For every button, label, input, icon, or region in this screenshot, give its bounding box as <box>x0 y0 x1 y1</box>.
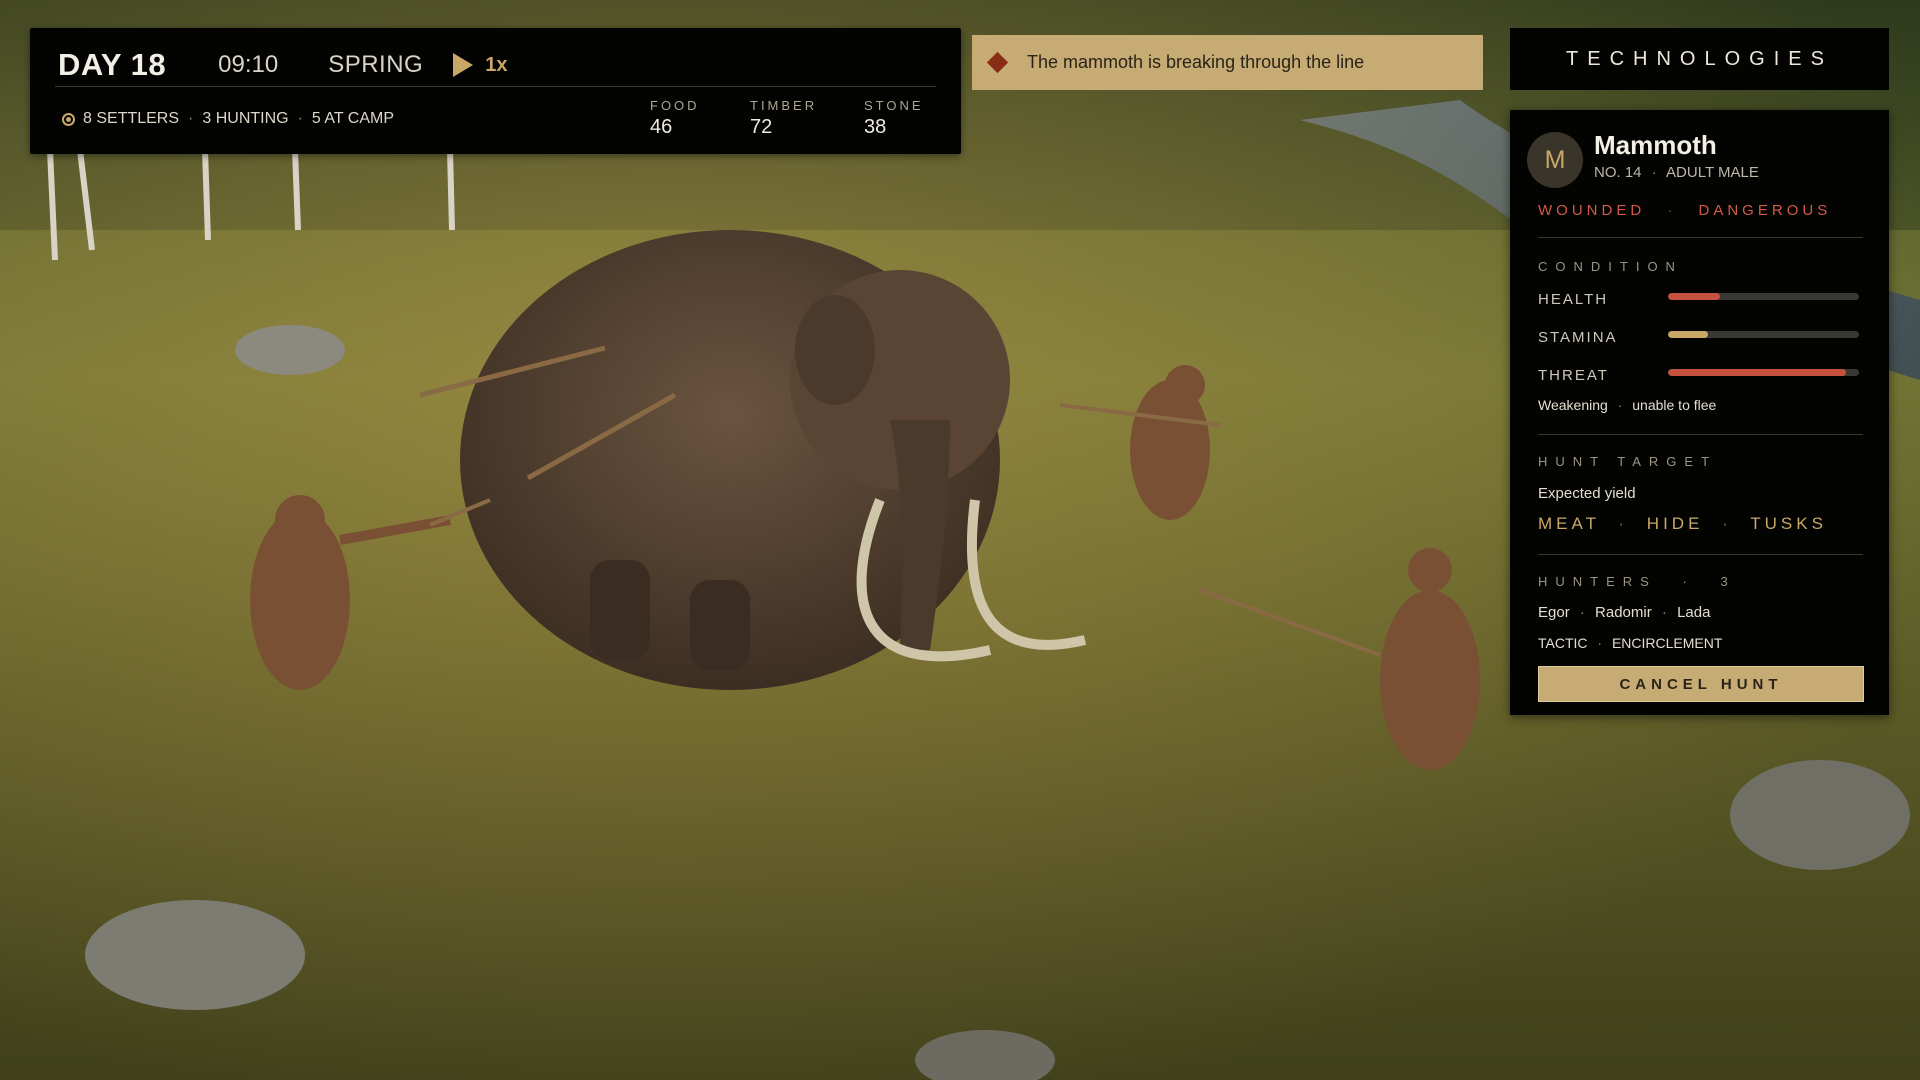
divider <box>1538 434 1863 435</box>
status-badge: DANGEROUS <box>1698 202 1832 219</box>
separator: · <box>297 110 303 127</box>
hunter-name[interactable]: Lada <box>1677 604 1710 621</box>
tactic-value: ENCIRCLEMENT <box>1611 635 1723 651</box>
yield-item: TUSKS <box>1750 514 1827 533</box>
resource-value: 72 <box>750 116 773 138</box>
clock: 09:10 <box>218 51 279 78</box>
resource-value: 46 <box>650 116 673 138</box>
health-bar-fill <box>1668 293 1720 300</box>
stat-label: STAMINA <box>1538 329 1618 346</box>
warning-diamond-icon <box>986 51 1009 74</box>
separator: · <box>188 110 194 127</box>
yield-list: MEAT · HIDE · TUSKS <box>1538 514 1827 534</box>
hunters-title: HUNTERS <box>1538 574 1657 589</box>
separator: · <box>1661 604 1667 621</box>
stamina-bar-fill <box>1668 331 1709 338</box>
yield-item: MEAT <box>1538 514 1600 533</box>
resource-label: FOOD <box>650 98 700 113</box>
target-name: Mammoth <box>1594 130 1717 160</box>
stat-label: THREAT <box>1538 367 1609 384</box>
play-icon[interactable] <box>453 53 474 77</box>
health-bar <box>1668 293 1859 300</box>
resource-label: TIMBER <box>750 98 818 113</box>
condition-note-b: unable to flee <box>1632 397 1717 413</box>
hunter-name[interactable]: Egor <box>1538 604 1570 621</box>
target-subtitle: NO. 14 · ADULT MALE <box>1594 164 1759 181</box>
tactic-line: TACTIC · ENCIRCLEMENT <box>1538 635 1722 651</box>
resource-label: STONE <box>864 98 924 113</box>
hunters-list: Egor · Radomir · Lada <box>1538 604 1710 621</box>
stat-label: HEALTH <box>1538 291 1609 308</box>
separator: · <box>1722 514 1732 533</box>
hunting-count: 3 HUNTING <box>202 110 289 127</box>
target-info-panel: M Mammoth NO. 14 · ADULT MALE WOUNDED · … <box>1510 110 1889 715</box>
separator: · <box>1597 635 1603 651</box>
cancel-hunt-button[interactable]: CANCEL HUNT <box>1538 666 1864 702</box>
condition-note-a: Weakening <box>1538 397 1608 413</box>
yield-item: HIDE <box>1646 514 1704 533</box>
section-title: HUNTERS · 3 <box>1538 574 1736 589</box>
avatar: M <box>1527 132 1583 188</box>
settlers-icon <box>62 112 75 126</box>
separator: · <box>1617 397 1623 413</box>
time-controls: DAY 18 09:10 SPRING 1x <box>58 42 507 88</box>
hunter-name[interactable]: Radomir <box>1595 604 1652 621</box>
technologies-button[interactable]: TECHNOLOGIES <box>1510 28 1889 90</box>
status-badge: WOUNDED <box>1538 202 1646 219</box>
stamina-bar <box>1668 331 1859 338</box>
settlers-count: 8 SETTLERS <box>83 110 180 127</box>
divider <box>55 86 936 87</box>
resource-stone: STONE 38 <box>864 98 924 139</box>
resource-timber: TIMBER 72 <box>750 98 817 139</box>
speed-button[interactable]: 1x <box>485 54 507 77</box>
separator: · <box>1579 604 1585 621</box>
section-title: HUNT TARGET <box>1538 454 1718 469</box>
alert-message: The mammoth is breaking through the line <box>1027 52 1365 72</box>
tactic-label: TACTIC <box>1538 635 1588 651</box>
resource-value: 38 <box>864 116 887 138</box>
separator: · <box>1618 514 1629 533</box>
threat-bar <box>1668 369 1859 376</box>
yield-label: Expected yield <box>1538 485 1636 502</box>
target-number: NO. 14 <box>1594 164 1642 181</box>
camp-count: 5 AT CAMP <box>311 110 395 127</box>
hunters-count: 3 <box>1720 574 1736 589</box>
alert-banner[interactable]: The mammoth is breaking through the line <box>972 35 1483 90</box>
threat-bar-fill <box>1668 369 1846 376</box>
divider <box>1538 237 1863 238</box>
day-counter: DAY 18 <box>58 47 167 82</box>
separator: · <box>1667 202 1677 219</box>
resource-food: FOOD 46 <box>650 98 700 139</box>
target-type: ADULT MALE <box>1666 164 1759 181</box>
status-tags: WOUNDED · DANGEROUS <box>1538 202 1831 219</box>
section-title: CONDITION <box>1538 259 1683 274</box>
separator: · <box>1682 574 1695 589</box>
condition-note: Weakening · unable to flee <box>1538 397 1716 413</box>
colony-status-panel: DAY 18 09:10 SPRING 1x 8 SETTLERS · 3 HU… <box>30 28 961 154</box>
population-summary: 8 SETTLERS · 3 HUNTING · 5 AT CAMP <box>62 110 394 128</box>
divider <box>1538 554 1863 555</box>
season: SPRING <box>328 51 424 78</box>
separator: · <box>1651 164 1657 181</box>
